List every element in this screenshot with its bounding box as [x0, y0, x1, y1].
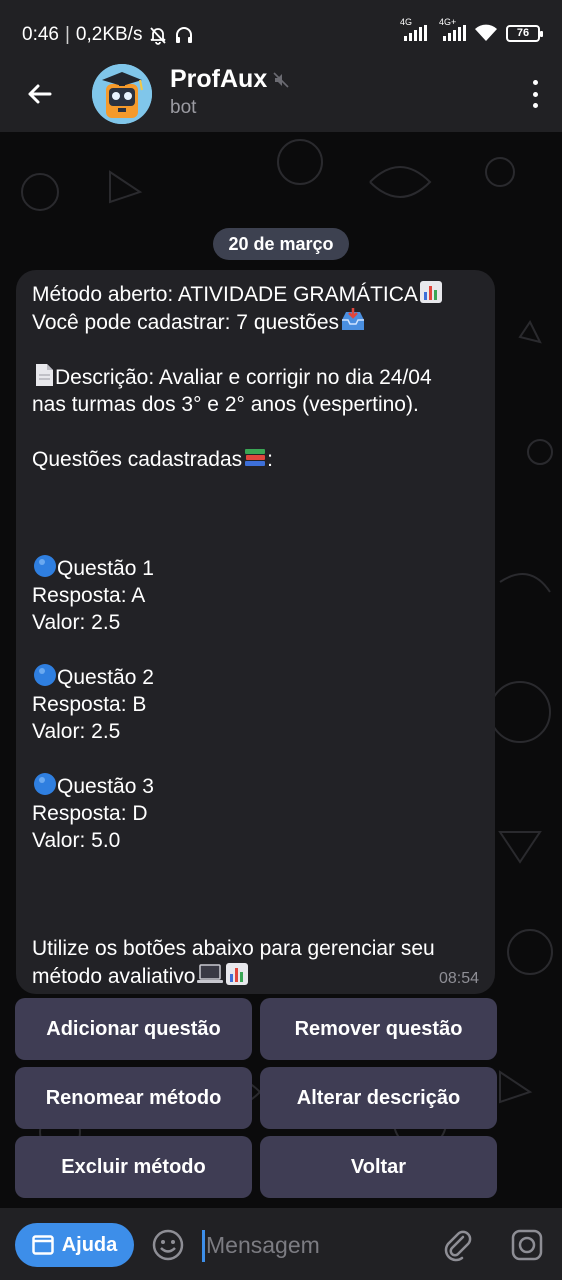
footer-line-1: Utilize os botões abaixo para gerenciar … — [32, 937, 435, 960]
question-1-title: Questão 1 — [57, 557, 154, 580]
message-line: Método aberto: ATIVIDADE GRAMÁTICA — [32, 280, 479, 308]
headphones-icon — [176, 27, 193, 43]
signal-label-1: 4G — [400, 17, 413, 27]
muted-icon — [273, 71, 289, 88]
bar-chart-icon — [419, 281, 442, 303]
battery-icon: 76 — [506, 24, 543, 42]
paperclip-icon[interactable] — [441, 1228, 475, 1262]
message-bubble[interactable]: Método aberto: ATIVIDADE GRAMÁTICA Você … — [16, 270, 495, 994]
back-button[interactable]: Voltar — [260, 1136, 497, 1198]
description-line-1: Descrição: Avaliar e corrigir no dia 24/… — [55, 366, 432, 389]
question-3-value: Valor: 5.0 — [32, 829, 121, 852]
keyboard-menu-icon — [31, 1235, 54, 1255]
question-title: Questão 2 — [32, 663, 479, 691]
question-1-answer: Resposta: A — [32, 584, 146, 607]
edit-description-button[interactable]: Alterar descrição — [260, 1067, 497, 1129]
bot-avatar[interactable] — [92, 64, 152, 124]
chat-area[interactable]: 20 de março Método aberto: ATIVIDADE GRA… — [0, 132, 562, 1208]
questions-heading: Questões cadastradas — [32, 448, 243, 471]
blue-circle-icon — [34, 773, 56, 795]
chat-title[interactable]: ProfAux — [170, 65, 289, 94]
question-2-answer: Resposta: B — [32, 693, 147, 716]
capacity-line: Você pode cadastrar: 7 questões — [32, 311, 340, 334]
signal-icon: 4G — [400, 17, 427, 41]
message-line: Questões cadastradas: — [32, 445, 479, 473]
question-1-value: Valor: 2.5 — [32, 611, 121, 634]
add-question-button[interactable]: Adicionar questão — [15, 998, 252, 1060]
chat-title-text: ProfAux — [170, 65, 268, 93]
footer-line-2: método avaliativo — [32, 965, 196, 988]
more-options-icon[interactable] — [530, 80, 540, 108]
camera-icon[interactable] — [510, 1228, 544, 1262]
question-3-answer: Resposta: D — [32, 802, 148, 825]
laptop-icon — [197, 964, 224, 983]
blue-circle-icon — [34, 664, 56, 686]
message-input[interactable] — [206, 1226, 426, 1264]
status-separator: | — [64, 24, 70, 45]
method-line: Método aberto: ATIVIDADE GRAMÁTICA — [32, 283, 418, 306]
bar-chart-icon — [226, 963, 249, 985]
status-speed: 0,2KB/s — [75, 24, 143, 45]
bell-off-icon — [150, 27, 167, 45]
signal-label-2: 4G+ — [439, 17, 457, 27]
question-title: Questão 3 — [32, 772, 479, 800]
question-2-value: Valor: 2.5 — [32, 720, 121, 743]
help-button[interactable]: Ajuda — [15, 1223, 134, 1267]
date-divider: 20 de março — [213, 228, 349, 260]
message-input-bar: Ajuda — [0, 1208, 562, 1280]
message-line: Você pode cadastrar: 7 questões — [32, 308, 479, 336]
books-icon — [245, 449, 266, 466]
question-2-title: Questão 2 — [57, 666, 154, 689]
chat-header: ProfAux bot — [0, 60, 562, 132]
blue-circle-icon — [34, 555, 56, 577]
text-cursor — [202, 1230, 205, 1262]
remove-question-button[interactable]: Remover questão — [260, 998, 497, 1060]
status-time: 0:46 — [22, 24, 59, 45]
question-title: Questão 1 — [32, 554, 479, 582]
message-line: Descrição: Avaliar e corrigir no dia 24/… — [32, 363, 479, 391]
signal-icon: 4G+ — [439, 17, 466, 41]
emoji-icon[interactable] — [151, 1228, 185, 1262]
help-button-label: Ajuda — [61, 1233, 118, 1256]
question-3-title: Questão 3 — [57, 775, 154, 798]
delete-method-button[interactable]: Excluir método — [15, 1136, 252, 1198]
wifi-icon — [475, 24, 497, 41]
inbox-tray-icon — [342, 308, 365, 330]
message-line: método avaliativo — [32, 962, 479, 990]
description-line-2: nas turmas dos 3° e 2° anos (vespertino)… — [32, 393, 419, 416]
rename-method-button[interactable]: Renomear método — [15, 1067, 252, 1129]
document-icon — [36, 364, 53, 386]
message-time: 08:54 — [438, 970, 479, 987]
back-arrow-icon[interactable] — [24, 78, 56, 110]
chat-subtitle: bot — [170, 97, 197, 118]
status-bar: 0:46 | 0,2KB/s 4G 4G+ 76 — [0, 0, 562, 60]
